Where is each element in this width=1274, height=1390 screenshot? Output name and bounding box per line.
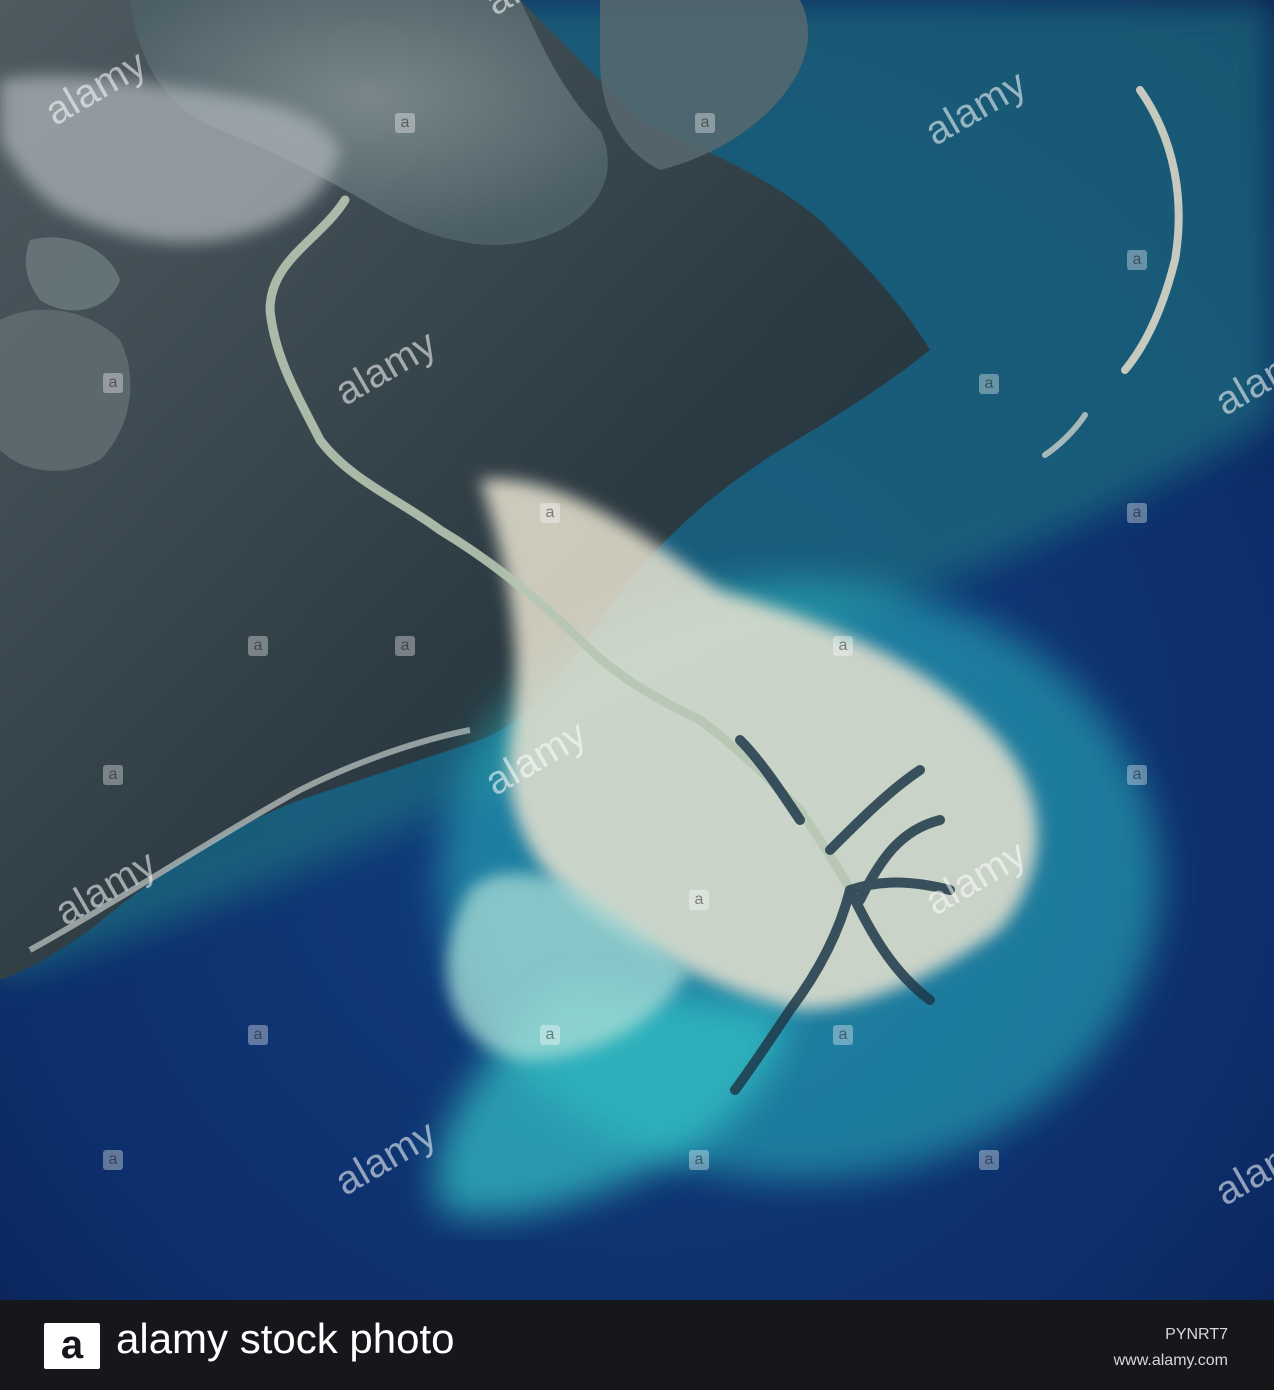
watermark-mark: a	[979, 1150, 999, 1170]
watermark-mark: a	[833, 636, 853, 656]
watermark-mark: a	[540, 1025, 560, 1045]
watermark-mark: a	[979, 374, 999, 394]
image-id: PYNRT7	[1165, 1326, 1228, 1343]
watermark-mark: a	[395, 113, 415, 133]
alamy-logo-icon: a	[44, 1323, 100, 1369]
footer-brand-text: alamy stock photo	[116, 1315, 455, 1362]
watermark-mark: a	[248, 1025, 268, 1045]
watermark-mark: a	[1127, 250, 1147, 270]
footer-bar: a alamy stock photo PYNRT7 www.alamy.com	[0, 1300, 1274, 1390]
watermark-mark: a	[1127, 765, 1147, 785]
watermark-mark: a	[103, 1150, 123, 1170]
watermark-mark: a	[1127, 503, 1147, 523]
watermark-mark: a	[103, 373, 123, 393]
watermark-mark: a	[689, 1150, 709, 1170]
watermark-mark: a	[689, 890, 709, 910]
watermark-mark: a	[395, 636, 415, 656]
watermark-mark: a	[540, 503, 560, 523]
watermark-mark: a	[248, 636, 268, 656]
watermark-mark: a	[695, 113, 715, 133]
footer-url: www.alamy.com	[1113, 1352, 1228, 1369]
satellite-photo	[0, 0, 1274, 1300]
watermark-mark: a	[833, 1025, 853, 1045]
watermark-mark: a	[103, 765, 123, 785]
